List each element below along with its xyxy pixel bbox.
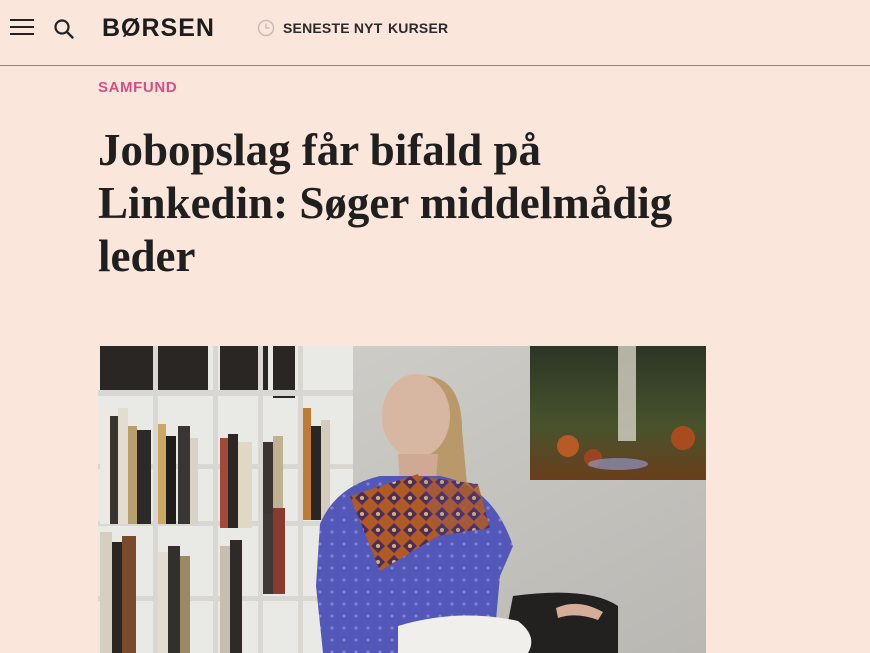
article-hero-image [98,346,706,653]
article-headline: Jobopslag får bifald på Linkedin: Søger … [98,125,673,281]
nav-latest-news-link[interactable]: SENESTE NYT [283,20,382,36]
clock-icon [257,19,275,37]
hamburger-menu-icon[interactable] [10,19,34,39]
site-logo[interactable]: BØRSEN [102,14,215,43]
nav-courses-link[interactable]: KURSER [388,20,448,36]
top-navigation-bar: BØRSEN SENESTE NYT KURSER [0,0,870,66]
search-icon[interactable] [53,18,75,40]
section-label[interactable]: SAMFUND [98,79,177,96]
